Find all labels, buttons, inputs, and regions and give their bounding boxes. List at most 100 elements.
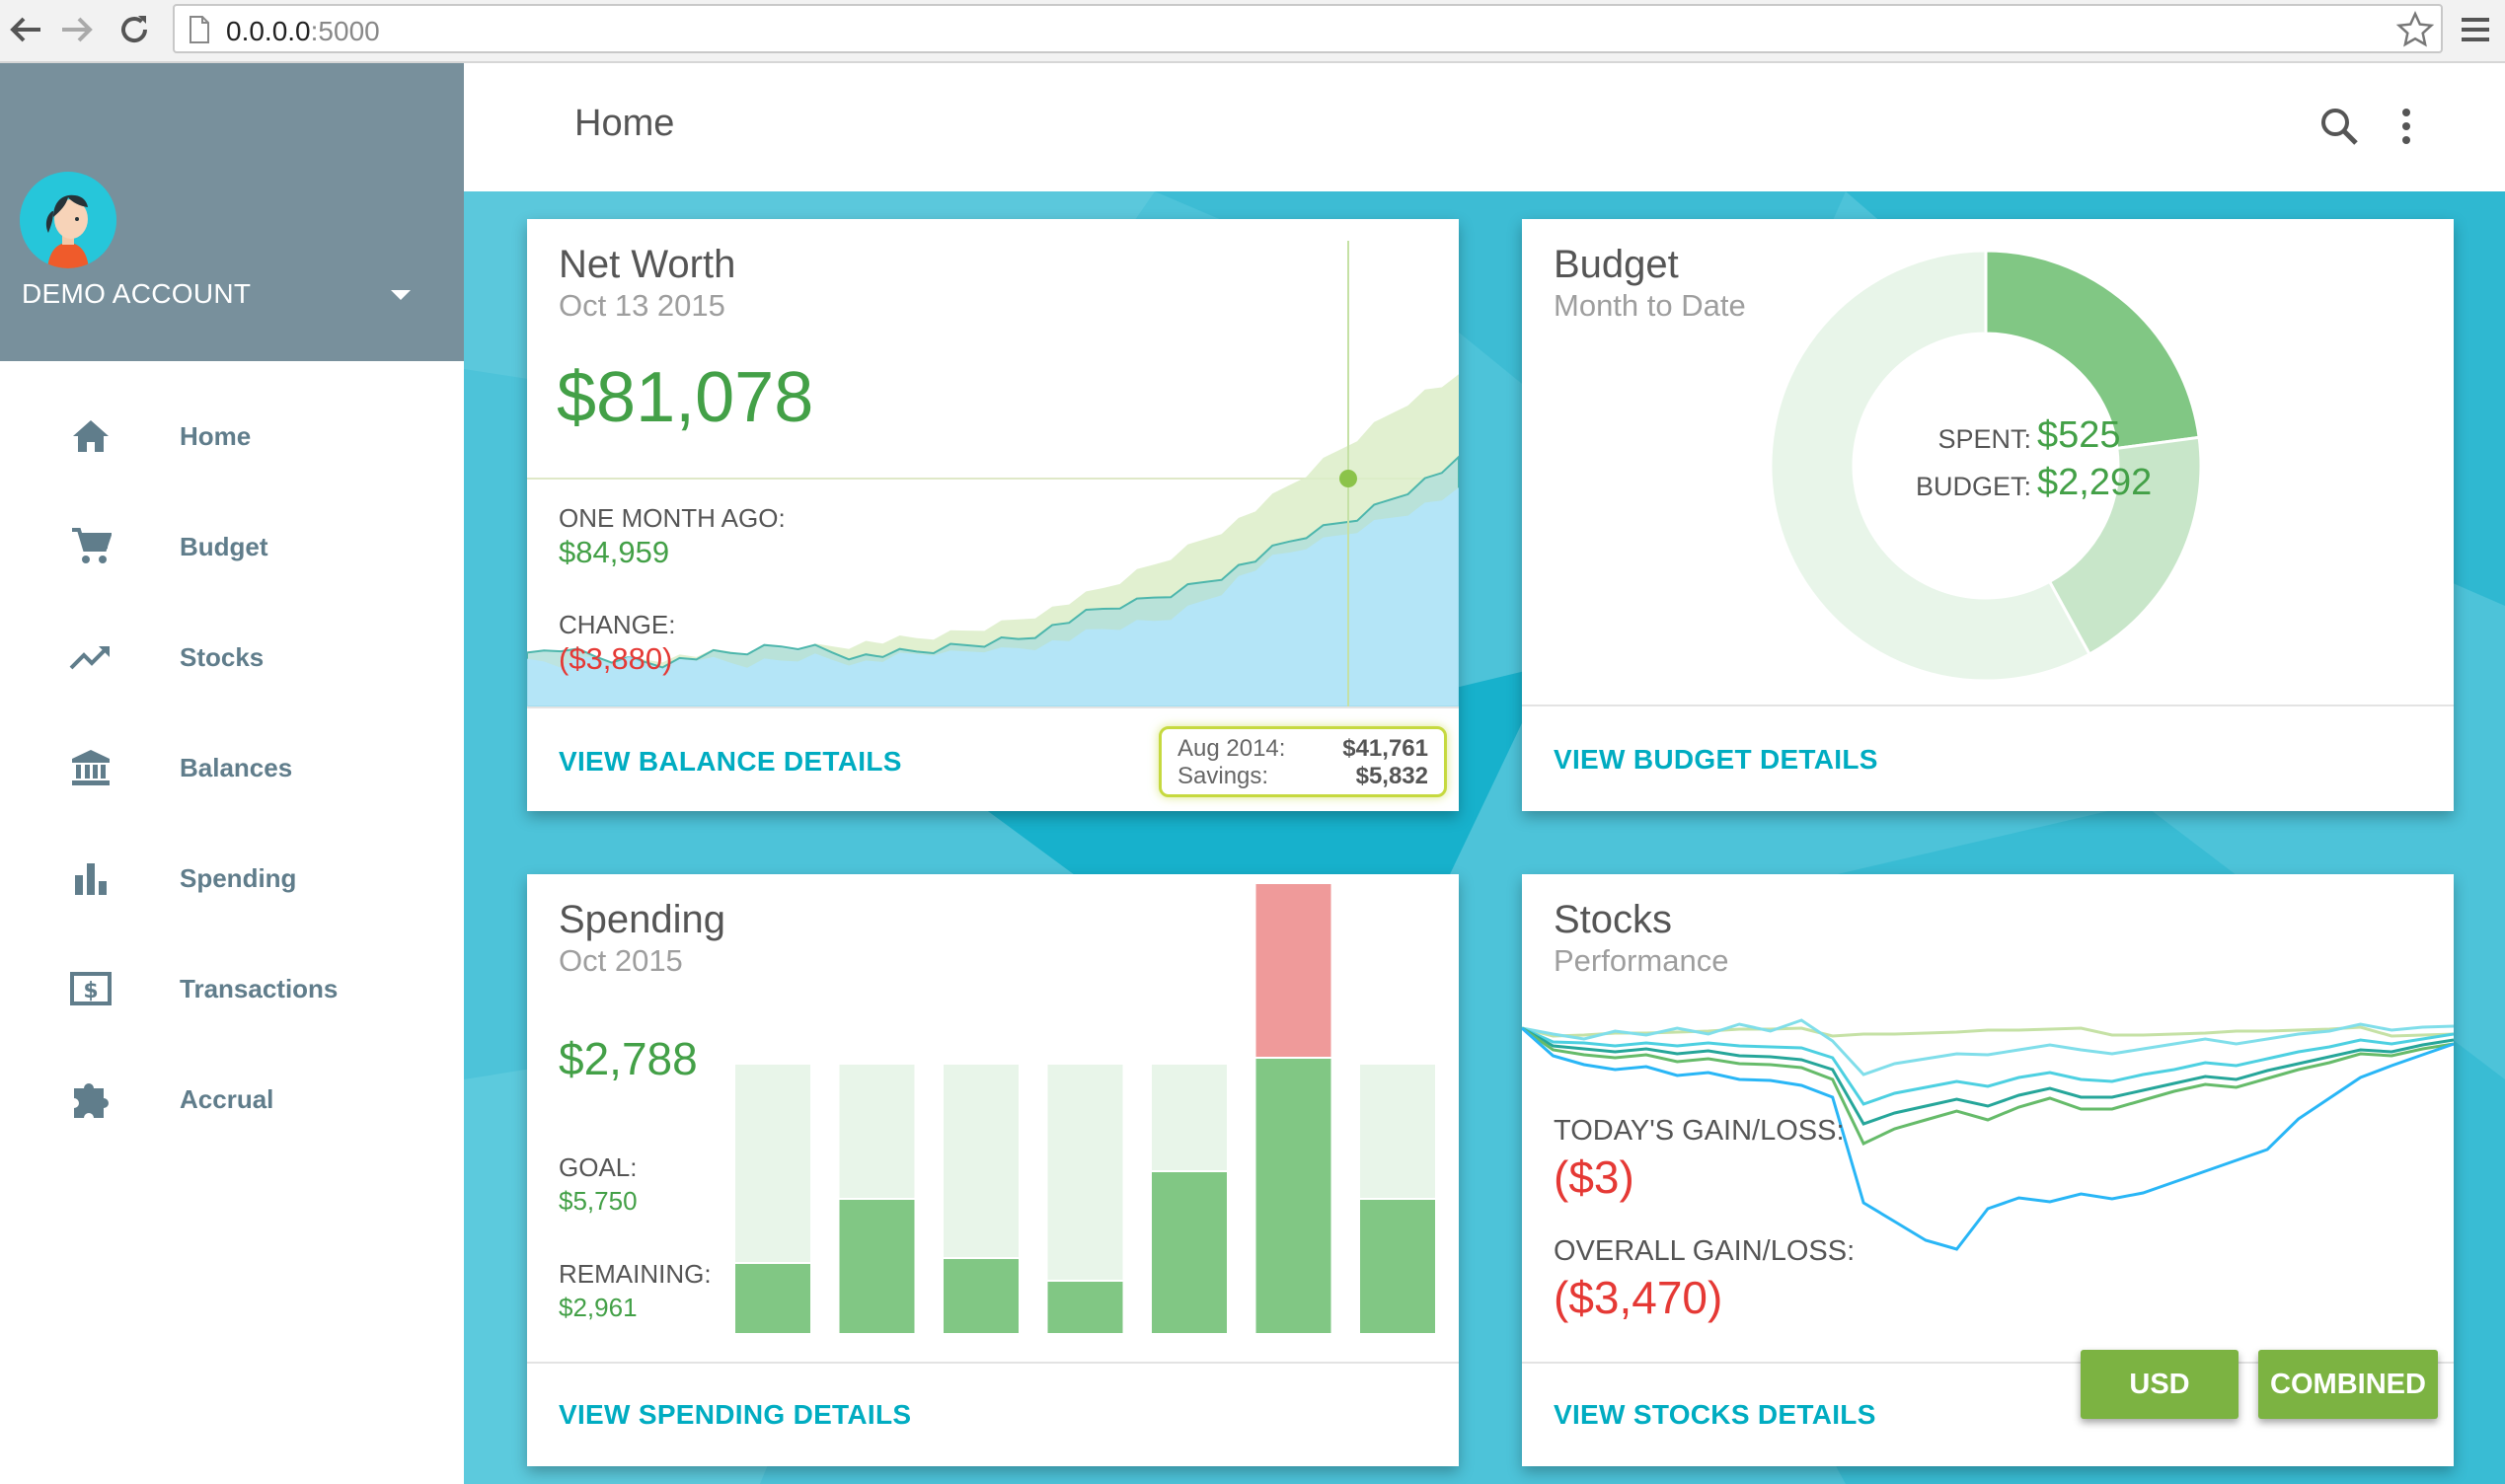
bar-segment [1150, 1170, 1229, 1335]
reload-button[interactable] [113, 8, 156, 51]
sidebar-item-budget[interactable]: Budget [0, 507, 464, 586]
overall-gain-loss-label: OVERALL GAIN/LOSS: [1554, 1235, 1856, 1267]
trending-up-icon [69, 635, 113, 679]
bar-segment [1045, 1280, 1125, 1335]
sidebar: DEMO ACCOUNT Home Budget Stocks Balances… [0, 63, 464, 1484]
sidebar-item-spending[interactable]: Spending [0, 839, 464, 918]
arrow-right-icon [62, 17, 93, 42]
budget-donut-chart [1769, 249, 2203, 683]
overall-gain-loss-value: ($3,470) [1554, 1272, 1723, 1323]
chart-tooltip: Aug 2014: $41,761 Savings: $5,832 [1159, 726, 1447, 797]
todays-gain-loss-label: TODAY'S GAIN/LOSS: [1554, 1115, 1845, 1147]
page-icon [190, 16, 209, 43]
bar-segment [1253, 1057, 1333, 1335]
url-port: :5000 [310, 16, 380, 46]
spending-bar-chart [733, 882, 1437, 1335]
one-month-ago-label: ONE MONTH AGO: [559, 503, 786, 533]
more-vert-icon [2402, 109, 2410, 144]
net-worth-value: $81,078 [557, 358, 814, 437]
tooltip-label: Savings: [1177, 763, 1269, 789]
budget-value: $2,292 [2037, 462, 2153, 503]
bar-segment [942, 1257, 1021, 1335]
address-bar[interactable]: 0.0.0.0:5000 [173, 4, 2443, 53]
spending-card: Spending Oct 2015 $2,788 GOAL: $5,750 RE… [527, 874, 1459, 1466]
sidebar-item-label: Accrual [180, 1083, 274, 1114]
bar-segment [1253, 882, 1333, 1059]
sidebar-item-label: Balances [180, 752, 293, 782]
budget-label: BUDGET: [1915, 472, 2031, 501]
bar-chart-icon [69, 856, 113, 900]
card-title: Stocks [1554, 898, 1673, 941]
sidebar-item-home[interactable]: Home [0, 397, 464, 476]
usd-button[interactable]: USD [2081, 1350, 2239, 1419]
tooltip-value: $5,832 [1355, 763, 1428, 789]
arrow-left-icon [10, 17, 40, 42]
view-stocks-details-link[interactable]: VIEW STOCKS DETAILS [1554, 1399, 1876, 1431]
sidebar-item-accrual[interactable]: Accrual [0, 1060, 464, 1139]
sidebar-item-label: Spending [180, 862, 297, 893]
combined-button[interactable]: COMBINED [2258, 1350, 2438, 1419]
change-label: CHANGE: [559, 610, 676, 639]
card-divider [527, 1362, 1459, 1364]
back-button[interactable] [4, 8, 47, 51]
bar-segment [837, 1198, 917, 1335]
sidebar-item-label: Budget [180, 531, 268, 561]
svg-text:$: $ [83, 979, 98, 1003]
view-balance-details-link[interactable]: VIEW BALANCE DETAILS [559, 746, 902, 778]
card-subtitle: Performance [1554, 943, 1729, 978]
tooltip-label: Aug 2014: [1177, 735, 1286, 762]
account-header[interactable]: DEMO ACCOUNT [0, 63, 464, 361]
account-dropdown-icon[interactable] [391, 290, 411, 300]
cart-icon [69, 525, 113, 568]
bookmark-star-icon[interactable] [2395, 10, 2435, 49]
page-title: Home [574, 103, 675, 144]
spent-value: $525 [2037, 414, 2121, 456]
card-divider [527, 706, 1459, 708]
todays-gain-loss-value: ($3) [1554, 1151, 1634, 1203]
forward-button[interactable] [55, 8, 99, 51]
puzzle-icon [69, 1077, 113, 1121]
bar-segment [837, 1063, 917, 1200]
chart-hover-point [1339, 470, 1357, 487]
avatar [20, 172, 116, 268]
sidebar-item-balances[interactable]: Balances [0, 728, 464, 807]
tooltip-value: $41,761 [1342, 735, 1428, 762]
bar-segment [1150, 1063, 1229, 1172]
net-worth-card: Net Worth Oct 13 2015 $81,078 ONE MONTH … [527, 219, 1459, 811]
browser-menu-button[interactable] [2456, 10, 2495, 54]
url-host: 0.0.0.0 [226, 16, 311, 46]
bar-segment [1358, 1063, 1437, 1200]
view-spending-details-link[interactable]: VIEW SPENDING DETAILS [559, 1399, 911, 1431]
bar-segment [1045, 1063, 1125, 1282]
card-title: Net Worth [559, 243, 736, 286]
sidebar-item-stocks[interactable]: Stocks [0, 618, 464, 697]
more-options-button[interactable] [2398, 105, 2414, 153]
bar-segment [942, 1063, 1021, 1259]
bar-segment [733, 1063, 812, 1264]
dollar-bill-icon: $ [69, 967, 113, 1010]
user-avatar-icon [20, 172, 116, 268]
search-button[interactable] [2317, 105, 2361, 153]
card-subtitle: Oct 13 2015 [559, 288, 725, 323]
bank-icon [69, 746, 113, 789]
sidebar-item-label: Transactions [180, 973, 339, 1003]
reload-icon [121, 16, 148, 43]
app-header: Home [464, 63, 2505, 191]
browser-toolbar: 0.0.0.0:5000 [0, 0, 2505, 63]
one-month-ago-value: $84,959 [559, 535, 670, 569]
hamburger-icon [2462, 18, 2489, 41]
url-text: 0.0.0.0:5000 [226, 16, 380, 47]
bar-segment [1358, 1198, 1437, 1335]
home-icon [69, 414, 113, 458]
sidebar-item-transactions[interactable]: $ Transactions [0, 949, 464, 1028]
change-value: ($3,880) [559, 641, 673, 676]
budget-card: Budget Month to Date SPENT: $525 BUDGET:… [1522, 219, 2454, 811]
sidebar-item-label: Stocks [180, 641, 265, 672]
account-name: DEMO ACCOUNT [22, 278, 252, 309]
bar-segment [733, 1262, 812, 1335]
view-budget-details-link[interactable]: VIEW BUDGET DETAILS [1554, 744, 1878, 776]
search-icon [2321, 109, 2358, 145]
sidebar-item-label: Home [180, 420, 252, 451]
spent-label: SPENT: [1937, 424, 2031, 454]
card-divider [1522, 705, 2454, 706]
